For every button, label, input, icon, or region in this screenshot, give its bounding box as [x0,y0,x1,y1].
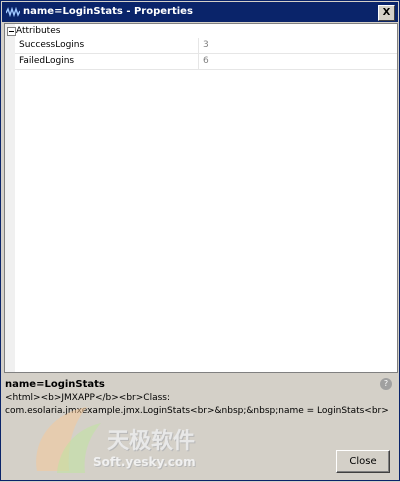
property-row-successlogins[interactable]: SuccessLogins 3 [15,38,397,54]
property-row-failedlogins[interactable]: FailedLogins 6 [15,54,397,70]
property-name: SuccessLogins [19,40,85,50]
watermark-url: Soft.yesky.com [93,455,196,469]
wave-icon [5,6,21,18]
column-separator[interactable] [198,38,199,70]
close-icon[interactable]: X [378,5,395,21]
group-label: Attributes [16,26,61,36]
watermark-logo: 天极软件 Soft.yesky.com [27,401,217,479]
property-grid: Attributes SuccessLogins 3 FailedLogins … [4,23,398,373]
property-name: FailedLogins [19,56,75,66]
property-value: 6 [203,56,209,66]
grid-gutter [5,24,15,372]
attributes-group[interactable]: Attributes [5,24,397,38]
close-button[interactable]: Close [336,450,390,473]
help-icon[interactable]: ? [380,378,392,390]
title-bar: name=LoginStats - Properties X [2,2,398,22]
collapse-icon[interactable] [7,27,16,36]
window-title: name=LoginStats - Properties [23,6,193,17]
watermark-title: 天极软件 [107,429,196,454]
description-title: name=LoginStats [5,379,105,390]
properties-window: name=LoginStats - Properties X Attribute… [0,0,400,481]
property-value: 3 [203,40,209,50]
